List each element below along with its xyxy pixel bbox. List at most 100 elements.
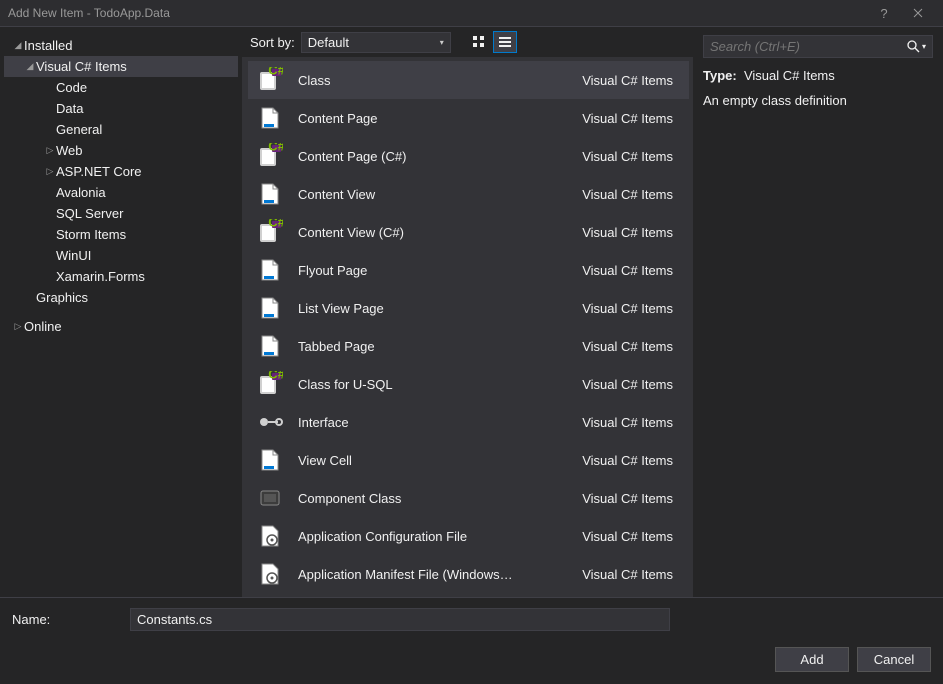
tree-online[interactable]: ▷ Online: [4, 316, 238, 337]
template-item[interactable]: Application Manifest File (Windows…Visua…: [248, 555, 689, 593]
description-text: An empty class definition: [703, 93, 933, 108]
tree-label: Visual C# Items: [36, 59, 127, 74]
chevron-right-icon: ▷: [44, 166, 56, 177]
page-icon: [256, 332, 284, 360]
tree-label: ASP.NET Core: [56, 164, 142, 179]
tree-item[interactable]: Code: [4, 77, 238, 98]
tree-visual-csharp-items[interactable]: ◢ Visual C# Items: [4, 56, 238, 77]
template-category: Visual C# Items: [582, 529, 681, 544]
close-button[interactable]: [901, 0, 935, 26]
tree-label: Storm Items: [56, 227, 126, 242]
search-box[interactable]: ▾: [703, 35, 933, 58]
view-grid-button[interactable]: [467, 31, 491, 53]
tree-label: Code: [56, 80, 87, 95]
chevron-right-icon: ▷: [44, 145, 56, 156]
name-input[interactable]: [130, 608, 670, 631]
template-category: Visual C# Items: [582, 263, 681, 278]
dropdown-caret-icon: ▾: [922, 42, 926, 51]
dropdown-arrow-icon: ▾: [440, 38, 444, 47]
template-item[interactable]: InterfaceVisual C# Items: [248, 403, 689, 441]
template-category: Visual C# Items: [582, 415, 681, 430]
bottom-bar: Name: Add Cancel: [0, 597, 943, 684]
tree-item[interactable]: WinUI: [4, 245, 238, 266]
template-label: Content View (C#): [298, 225, 582, 240]
tree-label: Web: [56, 143, 83, 158]
template-label: Flyout Page: [298, 263, 582, 278]
tree-label: Online: [24, 319, 62, 334]
svg-text:C#: C#: [268, 371, 283, 382]
view-list-button[interactable]: [493, 31, 517, 53]
page-icon: [256, 446, 284, 474]
template-item[interactable]: Component ClassVisual C# Items: [248, 479, 689, 517]
class-icon: C#: [256, 370, 284, 398]
page-icon: [256, 294, 284, 322]
component-icon: [256, 484, 284, 512]
title-bar: Add New Item - TodoApp.Data ?: [0, 0, 943, 27]
svg-text:C#: C#: [268, 219, 283, 230]
class-icon: C#: [256, 142, 284, 170]
template-category: Visual C# Items: [582, 567, 681, 582]
page-icon: [256, 104, 284, 132]
tree-label: Graphics: [36, 290, 88, 305]
tree-item[interactable]: General: [4, 119, 238, 140]
template-label: Component Class: [298, 491, 582, 506]
template-item[interactable]: C#Content Page (C#)Visual C# Items: [248, 137, 689, 175]
template-label: Application Manifest File (Windows…: [298, 567, 582, 582]
svg-text:C#: C#: [268, 143, 283, 154]
template-category: Visual C# Items: [582, 491, 681, 506]
template-label: Class: [298, 73, 582, 88]
class-icon: C#: [256, 66, 284, 94]
template-item[interactable]: Tabbed PageVisual C# Items: [248, 327, 689, 365]
help-button[interactable]: ?: [867, 0, 901, 26]
template-item[interactable]: C# ClassVisual C# Items: [248, 61, 689, 99]
template-category: Visual C# Items: [582, 187, 681, 202]
add-button[interactable]: Add: [775, 647, 849, 672]
template-category: Visual C# Items: [582, 73, 681, 88]
tree-label: Xamarin.Forms: [56, 269, 145, 284]
tree-installed[interactable]: ◢ Installed: [4, 35, 238, 56]
tree-item[interactable]: ▷ASP.NET Core: [4, 161, 238, 182]
category-tree: ◢ Installed ◢ Visual C# Items Code Data Ge…: [0, 27, 242, 597]
template-item[interactable]: Content PageVisual C# Items: [248, 99, 689, 137]
cancel-button[interactable]: Cancel: [857, 647, 931, 672]
tree-item[interactable]: Avalonia: [4, 182, 238, 203]
tree-item[interactable]: Data: [4, 98, 238, 119]
tree-item[interactable]: SQL Server: [4, 203, 238, 224]
tree-label: SQL Server: [56, 206, 123, 221]
info-panel: ▾ Type: Visual C# Items An empty class d…: [693, 27, 943, 597]
tree-item[interactable]: Xamarin.Forms: [4, 266, 238, 287]
template-label: Interface: [298, 415, 582, 430]
template-category: Visual C# Items: [582, 149, 681, 164]
tree-label: General: [56, 122, 102, 137]
template-item[interactable]: Flyout PageVisual C# Items: [248, 251, 689, 289]
search-icon: [907, 40, 920, 53]
window-title: Add New Item - TodoApp.Data: [8, 6, 867, 20]
config-icon: [256, 560, 284, 588]
tree-label: Data: [56, 101, 83, 116]
tree-item[interactable]: ▷Web: [4, 140, 238, 161]
center-toolbar: Sort by: Default ▾: [242, 27, 693, 57]
template-label: View Cell: [298, 453, 582, 468]
page-icon: [256, 256, 284, 284]
search-input[interactable]: [710, 39, 907, 54]
tree-graphics[interactable]: Graphics: [4, 287, 238, 308]
template-category: Visual C# Items: [582, 225, 681, 240]
chevron-down-icon: ◢: [12, 40, 24, 51]
template-list[interactable]: C#ClassVisual C# ItemsContent PageVisual…: [248, 61, 689, 593]
chevron-down-icon: ◢: [24, 61, 36, 72]
template-item[interactable]: Application Configuration FileVisual C# …: [248, 517, 689, 555]
class-icon: C#: [256, 218, 284, 246]
template-item[interactable]: List View PageVisual C# Items: [248, 289, 689, 327]
template-category: Visual C# Items: [582, 111, 681, 126]
template-item[interactable]: Content ViewVisual C# Items: [248, 175, 689, 213]
template-label: Tabbed Page: [298, 339, 582, 354]
template-item[interactable]: View CellVisual C# Items: [248, 441, 689, 479]
template-item[interactable]: C# Class for U-SQLVisual C# Items: [248, 365, 689, 403]
template-item[interactable]: C# Content View (C#)Visual C# Items: [248, 213, 689, 251]
template-label: Class for U-SQL: [298, 377, 582, 392]
tree-item[interactable]: Storm Items: [4, 224, 238, 245]
sort-by-dropdown[interactable]: Default ▾: [301, 32, 451, 53]
template-panel: Sort by: Default ▾ C#ClassVisual C# Item…: [242, 27, 693, 597]
tree-label: WinUI: [56, 248, 91, 263]
template-category: Visual C# Items: [582, 377, 681, 392]
